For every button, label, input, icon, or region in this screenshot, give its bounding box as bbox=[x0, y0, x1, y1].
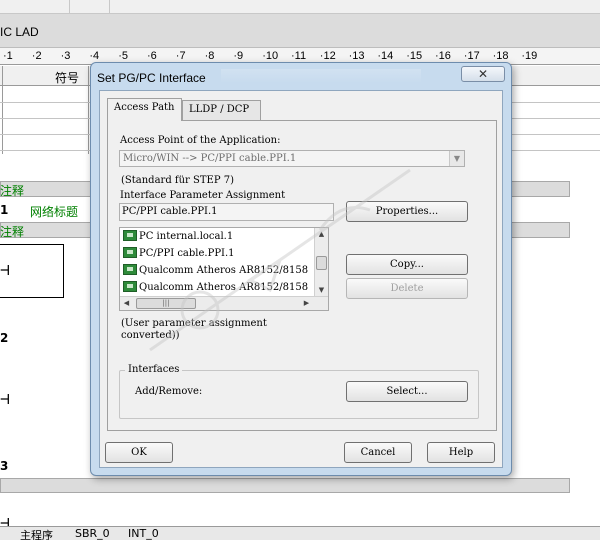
list-item[interactable]: PC internal.local.1 bbox=[123, 230, 233, 245]
network-number: 2 bbox=[0, 331, 9, 345]
network-comment-bar bbox=[0, 478, 570, 493]
list-item-label: Qualcomm Atheros AR8152/8158 bbox=[139, 265, 309, 276]
tab-lldp-dcp-label: LLDP / DCP bbox=[189, 104, 250, 115]
ruler-tick-label: ·17 bbox=[463, 50, 480, 62]
assignment-note: (User parameter assignment bbox=[121, 318, 267, 329]
tab-int-0[interactable]: INT_0 bbox=[128, 527, 159, 540]
ruler-tick-label: ·15 bbox=[406, 50, 423, 62]
network-number: 3 bbox=[0, 459, 9, 473]
ruler-tick-label: ·7 bbox=[175, 50, 186, 62]
list-item[interactable]: Qualcomm Atheros AR8152/8158 bbox=[123, 281, 308, 296]
list-item-label: PC/PPI cable.PPI.1 bbox=[139, 248, 235, 259]
scroll-thumb[interactable] bbox=[316, 256, 327, 270]
scroll-right-icon[interactable]: ▶ bbox=[300, 297, 313, 310]
ruler-tick-label: ·16 bbox=[435, 50, 451, 62]
ruler-tick-label: ·3 bbox=[60, 50, 71, 62]
tab-access-path[interactable]: Access Path bbox=[107, 98, 182, 121]
ruler-tick-label: ·11 bbox=[291, 50, 307, 62]
ruler-tick-label: ·13 bbox=[348, 50, 365, 62]
select-button[interactable]: Select... bbox=[346, 381, 468, 402]
dialog-client-area: Access Path LLDP / DCP Access Point of t… bbox=[99, 90, 503, 468]
scroll-up-icon[interactable]: ▲ bbox=[315, 228, 328, 240]
ruler-tick-label: ·19 bbox=[521, 50, 538, 62]
close-button[interactable]: ✕ bbox=[461, 66, 505, 82]
access-path-panel: Access Point of the Application: Micro/W… bbox=[107, 120, 497, 431]
dialog-title: Set PG/PC Interface bbox=[97, 71, 206, 85]
ruler-tick-label: ·4 bbox=[89, 50, 100, 62]
access-point-value: Micro/WIN --> PC/PPI cable.PPI.1 bbox=[123, 153, 297, 164]
chevron-down-icon: ▼ bbox=[449, 151, 464, 166]
ladder-contact-icon[interactable]: ⊣ bbox=[0, 389, 10, 408]
scroll-thumb[interactable]: ||| bbox=[136, 298, 196, 309]
list-item-label: PC internal.local.1 bbox=[139, 231, 234, 242]
interfaces-group-label: Interfaces bbox=[125, 364, 183, 375]
network-number: 1 bbox=[0, 203, 9, 217]
editor-title-bar: IC LAD bbox=[0, 14, 600, 48]
help-button[interactable]: Help bbox=[427, 442, 495, 463]
symbol-column-header: 符号 bbox=[55, 71, 80, 85]
list-vertical-scrollbar[interactable]: ▲ ▼ bbox=[314, 228, 328, 298]
ladder-contact-icon[interactable]: ⊣ bbox=[0, 260, 10, 279]
list-horizontal-scrollbar[interactable]: ◀ ||| ▶ bbox=[120, 296, 328, 310]
ruler-tick-label: ·18 bbox=[492, 50, 509, 62]
network-adapter-icon bbox=[123, 230, 137, 241]
tab-lldp-dcp[interactable]: LLDP / DCP bbox=[182, 100, 261, 120]
list-item[interactable]: Qualcomm Atheros AR8152/8158 bbox=[123, 264, 308, 279]
network-comment-label: 注释 bbox=[0, 184, 25, 198]
access-point-label: Access Point of the Application: bbox=[120, 135, 281, 146]
scroll-left-icon[interactable]: ◀ bbox=[120, 297, 133, 310]
set-pg-pc-interface-dialog: Set PG/PC Interface ✕ Access Path LLDP /… bbox=[90, 62, 512, 476]
param-assignment-value: PC/PPI cable.PPI.1 bbox=[122, 206, 218, 217]
ruler-tick-label: ·10 bbox=[262, 50, 279, 62]
network-adapter-icon bbox=[123, 264, 137, 275]
ruler-tick-label: ·6 bbox=[147, 50, 157, 62]
delete-button[interactable]: Delete bbox=[346, 278, 468, 299]
access-point-note: (Standard für STEP 7) bbox=[121, 175, 234, 186]
list-item-label: Qualcomm Atheros AR8152/8158 bbox=[139, 282, 309, 293]
ok-button[interactable]: OK bbox=[105, 442, 173, 463]
interface-list[interactable]: PC internal.local.1 PC/PPI cable.PPI.1 Q… bbox=[119, 227, 329, 311]
cancel-button[interactable]: Cancel bbox=[344, 442, 412, 463]
assignment-note: converted)) bbox=[121, 330, 180, 341]
ruler-tick-label: ·9 bbox=[233, 50, 244, 62]
network-comment-label: 注释 bbox=[0, 225, 25, 239]
access-point-select: Micro/WIN --> PC/PPI cable.PPI.1 ▼ bbox=[119, 150, 465, 167]
ruler-tick-label: ·14 bbox=[377, 50, 394, 62]
tab-main-program[interactable]: 主程序 bbox=[20, 527, 53, 540]
network-adapter-icon bbox=[123, 247, 137, 258]
param-assignment-label: Interface Parameter Assignment bbox=[120, 190, 286, 201]
properties-button[interactable]: Properties... bbox=[346, 201, 468, 222]
ruler-tick-label: ·2 bbox=[31, 50, 42, 62]
ruler-tick-label: ·1 bbox=[3, 50, 13, 62]
top-toolbar-strip bbox=[0, 0, 600, 14]
network-title[interactable]: 网络标题 bbox=[30, 203, 78, 220]
toolbar-cell bbox=[0, 0, 70, 14]
toolbar-cell bbox=[70, 0, 110, 14]
editor-title: IC LAD bbox=[0, 25, 39, 39]
tab-sbr-0[interactable]: SBR_0 bbox=[75, 527, 110, 540]
copy-button[interactable]: Copy... bbox=[346, 254, 468, 275]
param-assignment-field[interactable]: PC/PPI cable.PPI.1 bbox=[119, 203, 334, 221]
ruler-tick-label: ·12 bbox=[319, 50, 336, 62]
add-remove-label: Add/Remove: bbox=[135, 386, 203, 397]
close-icon: ✕ bbox=[477, 67, 489, 81]
tab-access-path-label: Access Path bbox=[114, 102, 175, 113]
ruler-tick-label: ·5 bbox=[118, 50, 128, 62]
list-item[interactable]: PC/PPI cable.PPI.1 bbox=[123, 247, 235, 262]
network-adapter-icon bbox=[123, 281, 137, 292]
program-tabs: 主程序 SBR_0 INT_0 bbox=[0, 526, 600, 540]
scroll-down-icon[interactable]: ▼ bbox=[315, 284, 328, 296]
title-bar-blur bbox=[221, 69, 421, 83]
ruler-tick-label: ·8 bbox=[204, 50, 215, 62]
